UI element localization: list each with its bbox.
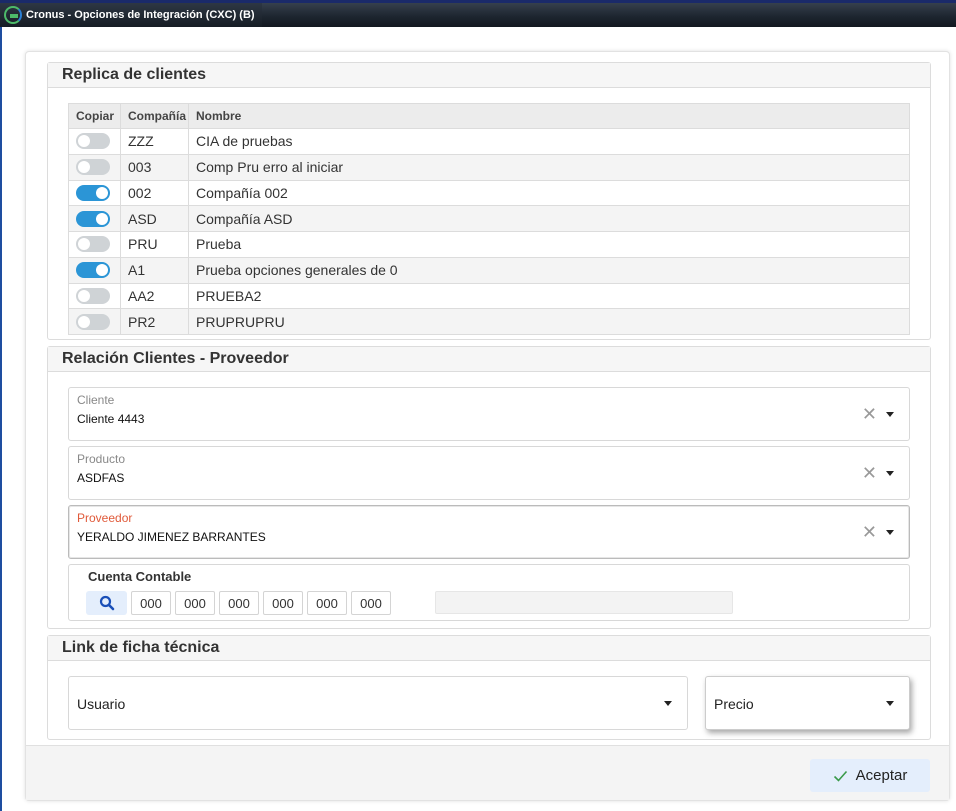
grid-header: Copiar Compañía Nombre	[69, 104, 909, 128]
account-segment-1[interactable]: 000	[131, 591, 171, 615]
compania-cell: 003	[121, 154, 189, 180]
chevron-down-icon[interactable]	[886, 471, 894, 476]
chevron-down-icon[interactable]	[664, 701, 672, 706]
window-titlebar: Cronus - Opciones de Integración (CXC) (…	[0, 0, 956, 27]
copiar-cell	[69, 309, 121, 334]
compania-cell: ZZZ	[121, 129, 189, 154]
proveedor-value: YERALDO JIMENEZ BARRANTES	[77, 530, 266, 544]
compania-cell: ASD	[121, 206, 189, 231]
compania-cell: AA2	[121, 283, 189, 309]
producto-label: Producto	[77, 452, 126, 466]
copy-toggle[interactable]	[76, 313, 110, 330]
account-segment-4[interactable]: 000	[263, 591, 303, 615]
clear-icon[interactable]: ✕	[862, 404, 877, 425]
copy-toggle[interactable]	[76, 236, 110, 253]
relacion-title: Relación Clientes - Proveedor	[48, 347, 930, 372]
table-row[interactable]: PR2 PRUPRUPRU	[69, 308, 909, 334]
nombre-cell: Compañía 002	[196, 184, 288, 201]
window-edge	[0, 27, 2, 811]
compania-cell: 002	[121, 180, 189, 206]
precio-value: Precio	[714, 696, 754, 712]
table-row[interactable]: 002 Compañía 002	[69, 179, 909, 206]
grid-body: ZZZ CIA de pruebas 003 Comp Pru erro al ini…	[69, 128, 909, 334]
account-description	[435, 591, 733, 614]
account-segment-2[interactable]: 000	[175, 591, 215, 615]
nombre-cell: Comp Pru erro al iniciar	[196, 159, 344, 176]
clear-icon[interactable]: ✕	[862, 522, 877, 543]
link-panel: Link de ficha técnica Usuario Precio	[47, 635, 931, 740]
copiar-cell	[69, 257, 121, 283]
proveedor-label: Proveedor	[77, 511, 133, 525]
copy-toggle[interactable]	[76, 210, 110, 227]
producto-value: ASDFAS	[77, 471, 125, 485]
chevron-down-icon[interactable]	[886, 412, 894, 417]
table-row[interactable]: ASD Compañía ASD	[69, 205, 909, 231]
table-row[interactable]: PRU Prueba	[69, 231, 909, 257]
accept-button[interactable]: Aceptar	[810, 759, 930, 792]
chevron-down-icon[interactable]	[886, 530, 894, 535]
options-dialog: Replica de clientes Copiar Compañía Nomb…	[25, 51, 950, 801]
nombre-cell: Prueba	[196, 236, 242, 253]
precio-select[interactable]: Precio	[705, 676, 910, 730]
dialog-footer: Aceptar	[26, 745, 949, 800]
copiar-cell	[69, 129, 121, 154]
account-segment-6[interactable]: 000	[351, 591, 391, 615]
search-icon	[99, 595, 114, 611]
copiar-cell	[69, 206, 121, 231]
compania-cell: PRU	[121, 232, 189, 257]
account-segment-5[interactable]: 000	[307, 591, 347, 615]
cliente-label: Cliente	[77, 393, 115, 407]
compania-cell: A1	[121, 257, 189, 283]
producto-select[interactable]: Producto ASDFAS ✕	[68, 446, 910, 500]
replica-panel: Replica de clientes Copiar Compañía Nomb…	[47, 62, 931, 340]
window-tab[interactable]: Cronus - Opciones de Integración (CXC) (…	[0, 3, 262, 27]
proveedor-select[interactable]: Proveedor YERALDO JIMENEZ BARRANTES ✕	[68, 505, 910, 559]
relacion-panel: Relación Clientes - Proveedor Cliente Cl…	[47, 346, 931, 629]
nombre-cell: PRUEBA2	[196, 287, 262, 304]
account-segment-3[interactable]: 000	[219, 591, 259, 615]
compania-cell: PR2	[121, 309, 189, 334]
col-compania[interactable]: Compañía	[121, 104, 189, 128]
copy-toggle[interactable]	[76, 133, 110, 150]
table-row[interactable]: ZZZ CIA de pruebas	[69, 128, 909, 154]
nombre-cell: PRUPRUPRU	[196, 313, 285, 330]
copiar-cell	[69, 232, 121, 257]
copy-toggle[interactable]	[76, 262, 110, 279]
copy-toggle[interactable]	[76, 184, 110, 201]
nombre-cell: Compañía ASD	[196, 210, 293, 227]
copiar-cell	[69, 154, 121, 180]
cliente-select[interactable]: Cliente Cliente 4443 ✕	[68, 387, 910, 441]
cuenta-title: Cuenta Contable	[88, 569, 192, 584]
chevron-down-icon[interactable]	[886, 701, 894, 706]
check-icon	[833, 770, 847, 782]
copiar-cell	[69, 180, 121, 206]
copiar-cell	[69, 283, 121, 309]
table-row[interactable]: 003 Comp Pru erro al iniciar	[69, 153, 909, 180]
clear-icon[interactable]: ✕	[862, 463, 877, 484]
accept-label: Aceptar	[855, 767, 908, 784]
col-nombre[interactable]: Nombre	[189, 104, 909, 128]
table-row[interactable]: A1 Prueba opciones generales de 0	[69, 256, 909, 283]
usuario-value: Usuario	[77, 696, 126, 712]
app-logo-icon	[4, 6, 22, 24]
replica-title: Replica de clientes	[48, 63, 930, 88]
copy-toggle[interactable]	[76, 287, 110, 304]
companies-grid: Copiar Compañía Nombre ZZZ CIA de pruebas…	[68, 103, 910, 335]
nombre-cell: Prueba opciones generales de 0	[196, 262, 398, 279]
link-title: Link de ficha técnica	[48, 636, 930, 661]
table-row[interactable]: AA2 PRUEBA2	[69, 282, 909, 309]
search-button[interactable]	[86, 591, 127, 615]
usuario-select[interactable]: Usuario	[68, 676, 688, 730]
nombre-cell: CIA de pruebas	[196, 133, 293, 150]
cliente-value: Cliente 4443	[77, 412, 145, 426]
col-copiar[interactable]: Copiar	[69, 104, 121, 128]
cuenta-contable: Cuenta Contable 000 000 000 000 000 000	[68, 564, 910, 621]
copy-toggle[interactable]	[76, 159, 110, 176]
window-title: Cronus - Opciones de Integración (CXC) (…	[26, 9, 255, 21]
